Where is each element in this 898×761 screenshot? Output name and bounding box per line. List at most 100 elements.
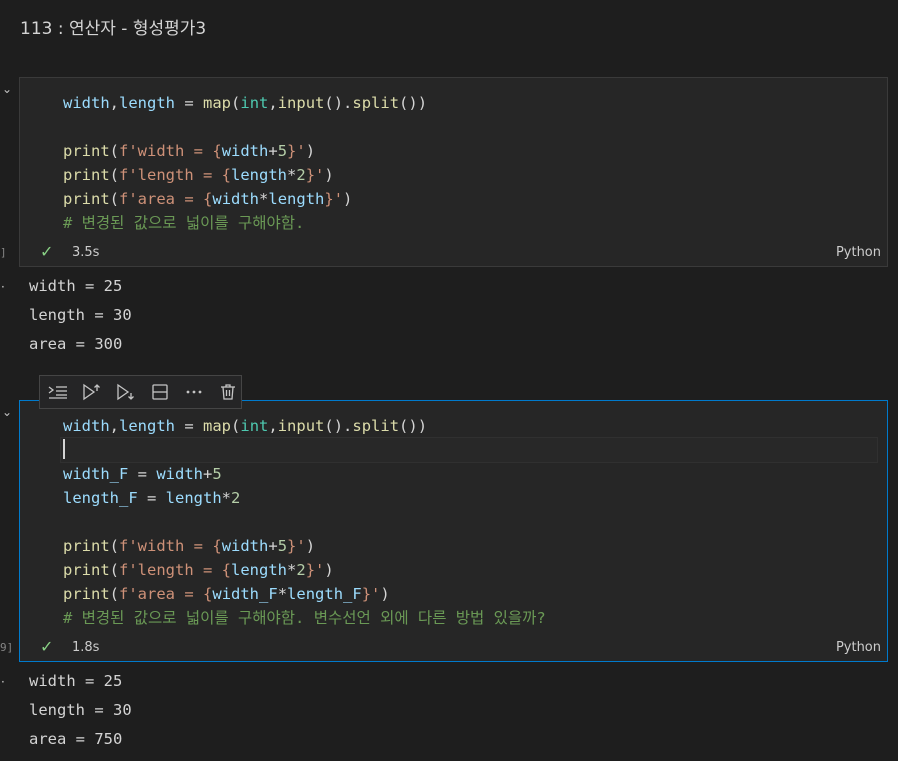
code-token: ) [380, 585, 390, 603]
code-token: 2 [296, 166, 306, 184]
success-check-icon: ✓ [40, 242, 54, 261]
code-editor[interactable]: width,length = map(int,input().split()) … [63, 91, 877, 235]
code-token: width [212, 190, 260, 208]
code-line[interactable]: print(f'area = {width*length}') [63, 187, 877, 211]
code-token: width [63, 94, 110, 112]
collapse-chevron-icon[interactable]: ⌄ [2, 82, 16, 96]
code-token: { [221, 561, 232, 579]
code-token: print [63, 585, 110, 603]
code-token: ( [109, 142, 120, 160]
code-token: split [352, 94, 400, 112]
code-token: }' [287, 537, 306, 555]
code-token: = [175, 417, 204, 435]
code-token: map [203, 417, 232, 435]
code-token: width [63, 417, 110, 435]
code-line[interactable]: print(f'length = {length*2}') [63, 558, 877, 582]
code-token: * [287, 166, 297, 184]
code-token: ()) [399, 94, 428, 112]
code-line[interactable]: print(f'width = {width+5}') [63, 534, 877, 558]
code-line[interactable]: length_F = length*2 [63, 486, 877, 510]
code-line[interactable]: # 변경된 값으로 넓이를 구해야함. [63, 211, 877, 235]
code-token: width_F [63, 465, 129, 483]
code-token: ) [324, 166, 334, 184]
code-token: print [63, 142, 110, 160]
language-selector[interactable]: Python [836, 640, 881, 655]
code-line[interactable] [63, 510, 877, 534]
code-token: width [221, 142, 269, 160]
code-cell-1[interactable]: width,length = map(int,input().split()) … [19, 77, 888, 267]
code-token: f'area = [119, 585, 204, 603]
cell-status-bar: ✓ 3.5s Python [20, 240, 887, 266]
code-line[interactable]: width,length = map(int,input().split()) [63, 414, 877, 438]
code-token: = [128, 465, 157, 483]
output-indicator-icon[interactable]: · [1, 675, 5, 689]
code-token: 2 [296, 561, 306, 579]
code-token: ) [305, 142, 316, 160]
code-token: ( [109, 166, 120, 184]
code-token: = [137, 489, 166, 507]
code-token: ( [231, 417, 241, 435]
code-token: * [277, 585, 288, 603]
more-actions-icon[interactable] [182, 380, 206, 404]
code-token: print [63, 537, 110, 555]
output-line: area = 750 [29, 730, 123, 748]
code-token: + [203, 465, 213, 483]
code-token: ( [109, 585, 120, 603]
execution-count: 9] [0, 641, 14, 654]
code-line[interactable] [60, 437, 878, 463]
code-line[interactable]: width,length = map(int,input().split()) [63, 91, 877, 115]
code-cell-2[interactable]: width,length = map(int,input().split()) w… [19, 400, 888, 662]
code-token: ()) [399, 417, 428, 435]
cell-output: width = 25 length = 30 area = 300 [29, 272, 132, 359]
output-indicator-icon[interactable]: · [1, 280, 5, 294]
code-token: 2 [231, 489, 241, 507]
code-editor[interactable]: width,length = map(int,input().split()) w… [60, 414, 878, 630]
code-line[interactable] [63, 115, 877, 139]
execute-above-icon[interactable] [80, 380, 104, 404]
execution-duration: 3.5s [72, 245, 100, 260]
code-token: ( [231, 94, 241, 112]
collapse-chevron-icon[interactable]: ⌄ [2, 405, 16, 419]
code-token: print [63, 561, 110, 579]
code-token: width_F [212, 585, 278, 603]
execution-duration: 1.8s [72, 640, 100, 655]
code-token: length [231, 166, 288, 184]
code-token: + [268, 142, 278, 160]
code-token: input [277, 94, 325, 112]
code-token: width [221, 537, 269, 555]
code-line[interactable]: print(f'width = {width+5}') [63, 139, 877, 163]
code-token: ) [343, 190, 353, 208]
run-by-line-icon[interactable] [46, 380, 70, 404]
execution-count: ] [0, 246, 7, 259]
code-line[interactable]: width_F = width+5 [63, 462, 877, 486]
split-cell-icon[interactable] [148, 380, 172, 404]
code-line[interactable]: print(f'area = {width_F*length_F}') [63, 582, 877, 606]
code-token: ) [324, 561, 334, 579]
code-token: # 변경된 값으로 넓이를 구해야함. 변수선언 외에 다른 방법 있을까? [63, 609, 546, 627]
code-token: * [287, 561, 297, 579]
code-token: f'width = [119, 537, 213, 555]
delete-cell-icon[interactable] [216, 380, 240, 404]
code-token: { [203, 190, 213, 208]
code-token: (). [324, 417, 353, 435]
code-line[interactable]: print(f'length = {length*2}') [63, 163, 877, 187]
code-token: { [212, 142, 222, 160]
code-token: , [268, 94, 278, 112]
code-token: }' [305, 166, 325, 184]
code-token: , [109, 94, 120, 112]
code-token: width [156, 465, 203, 483]
code-token: 5 [277, 537, 288, 555]
code-token: f'width = [119, 142, 213, 160]
execute-below-icon[interactable] [114, 380, 138, 404]
code-line[interactable]: # 변경된 값으로 넓이를 구해야함. 변수선언 외에 다른 방법 있을까? [63, 606, 877, 630]
code-token: length [119, 417, 176, 435]
code-token: int [240, 94, 269, 112]
code-token: { [203, 585, 213, 603]
language-selector[interactable]: Python [836, 245, 881, 260]
code-token: }' [305, 561, 325, 579]
code-token: map [203, 94, 232, 112]
output-line: width = 25 [29, 672, 123, 690]
code-token: (). [324, 94, 353, 112]
code-token: , [268, 417, 278, 435]
cell-status-bar: ✓ 1.8s Python [20, 635, 887, 661]
